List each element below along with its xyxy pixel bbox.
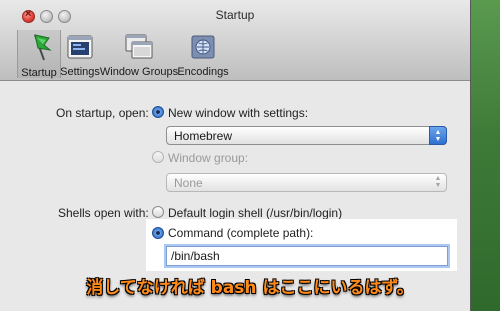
window-groups-icon	[123, 32, 155, 61]
toolbar-settings[interactable]: Settings	[60, 30, 100, 78]
settings-icon	[64, 32, 96, 61]
toolbar-encodings[interactable]: Encodings	[177, 30, 229, 78]
settings-popup[interactable]: Homebrew ▲ ▼	[166, 126, 447, 145]
default-shell-radio[interactable]	[152, 206, 164, 218]
flag-icon	[23, 32, 55, 62]
toolbar-window-groups[interactable]: Window Groups	[99, 30, 179, 78]
window-group-label[interactable]: Window group:	[168, 151, 248, 165]
default-shell-label[interactable]: Default login shell (/usr/bin/login)	[168, 206, 342, 220]
toolbar-startup[interactable]: Startup	[17, 30, 61, 79]
annotation-caption: 消してなければ bash はここにいるはず。	[86, 278, 414, 298]
window-group-popup-value: None	[174, 176, 203, 190]
window-group-radio[interactable]	[152, 151, 164, 163]
toolbar-startup-label: Startup	[21, 67, 57, 79]
command-label[interactable]: Command (complete path):	[168, 226, 313, 240]
new-window-radio[interactable]	[152, 106, 164, 118]
new-window-label[interactable]: New window with settings:	[168, 106, 308, 120]
desktop-background	[470, 0, 500, 311]
window-group-popup[interactable]: None ▲ ▼	[166, 173, 447, 192]
toolbar-window-groups-label: Window Groups	[99, 66, 179, 78]
encodings-icon	[187, 32, 219, 61]
toolbar-settings-label: Settings	[60, 66, 100, 78]
updown-arrows-icon: ▲ ▼	[429, 126, 447, 145]
settings-popup-value: Homebrew	[174, 129, 233, 143]
title-bar: Startup Startup Set	[0, 0, 470, 81]
shells-open-label: Shells open with:	[58, 206, 149, 220]
window-title: Startup	[215, 8, 255, 22]
on-startup-label: On startup, open:	[56, 106, 149, 120]
command-path-field[interactable]: /bin/bash	[166, 246, 448, 266]
command-radio[interactable]	[152, 227, 164, 239]
toolbar-encodings-label: Encodings	[177, 66, 229, 78]
updown-arrows-icon: ▲ ▼	[434, 175, 442, 189]
